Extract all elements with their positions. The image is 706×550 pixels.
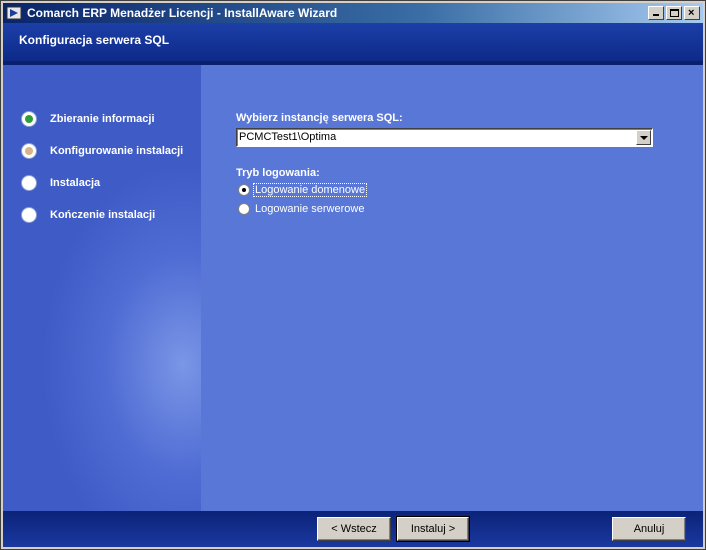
sql-instance-select[interactable]: PCMCTest1\Optima xyxy=(236,128,653,147)
step-current-icon xyxy=(21,111,37,127)
chevron-down-icon xyxy=(640,136,648,140)
step-pending-icon xyxy=(21,175,37,191)
step-collecting-info: Zbieranie informacji xyxy=(21,111,155,127)
radio-selected-icon[interactable] xyxy=(238,184,250,196)
login-mode-label: Tryb logowania: xyxy=(236,167,320,179)
radio-label[interactable]: Logowanie serwerowe xyxy=(254,203,365,215)
minimize-button[interactable] xyxy=(648,6,664,20)
radio-domain-login[interactable]: Logowanie domenowe xyxy=(238,183,368,197)
step-finishing: Kończenie instalacji xyxy=(21,207,155,223)
steps-panel: Zbieranie informacji Konfigurowanie inst… xyxy=(3,65,201,511)
step-installing: Instalacja xyxy=(21,175,100,191)
step-configuring: Konfigurowanie instalacji xyxy=(21,143,183,159)
step-label: Kończenie instalacji xyxy=(50,209,156,221)
title-bar[interactable]: Comarch ERP Menadżer Licencji - InstallA… xyxy=(3,3,703,23)
step-next-icon xyxy=(21,143,37,159)
installer-window: Comarch ERP Menadżer Licencji - InstallA… xyxy=(0,0,706,550)
caption-buttons: × xyxy=(646,6,700,20)
step-pending-icon xyxy=(21,207,37,223)
cancel-button[interactable]: Anuluj xyxy=(612,517,686,541)
maximize-icon xyxy=(670,9,679,17)
step-label: Konfigurowanie instalacji xyxy=(50,145,184,157)
maximize-button[interactable] xyxy=(666,6,682,20)
page-title: Konfiguracja serwera SQL xyxy=(19,33,170,47)
dropdown-button[interactable] xyxy=(636,130,651,145)
step-label: Instalacja xyxy=(50,177,101,189)
radio-server-login[interactable]: Logowanie serwerowe xyxy=(238,203,365,215)
sql-instance-value: PCMCTest1\Optima xyxy=(239,131,337,143)
instance-label: Wybierz instancję serwera SQL: xyxy=(236,112,403,124)
app-icon xyxy=(6,5,22,21)
page-header: Konfiguracja serwera SQL xyxy=(3,23,703,61)
minimize-icon xyxy=(653,14,659,16)
back-button[interactable]: < Wstecz xyxy=(317,517,391,541)
step-label: Zbieranie informacji xyxy=(50,113,155,125)
install-button[interactable]: Instaluj > xyxy=(396,516,470,542)
radio-label[interactable]: Logowanie domenowe xyxy=(252,183,368,197)
window-title: Comarch ERP Menadżer Licencji - InstallA… xyxy=(27,6,338,20)
close-button[interactable]: × xyxy=(684,6,700,20)
radio-unselected-icon[interactable] xyxy=(238,203,250,215)
close-icon: × xyxy=(688,7,695,19)
